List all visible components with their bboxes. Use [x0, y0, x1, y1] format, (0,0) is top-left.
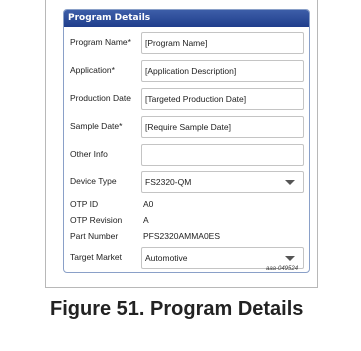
otp-revision-value: A	[143, 215, 149, 225]
otp-id-value: A0	[143, 199, 154, 209]
device-type-value: FS2320-QM	[145, 177, 192, 187]
application-input[interactable]: [Application Description]	[141, 60, 304, 82]
sample-date-label: Sample Date*	[70, 121, 123, 131]
target-market-label: Target Market	[70, 252, 122, 262]
otp-revision-label: OTP Revision	[70, 215, 123, 225]
otp-id-label: OTP ID	[70, 199, 99, 209]
part-number-value: PFS2320AMMA0ES	[143, 231, 221, 241]
program-name-input[interactable]: [Program Name]	[141, 32, 304, 54]
figure-code: aaa-049524	[266, 266, 299, 272]
program-details-panel: Program Details Program Name* [Program N…	[63, 9, 310, 273]
device-type-select[interactable]: FS2320-QM	[141, 171, 304, 193]
part-number-label: Part Number	[70, 231, 119, 241]
production-date-input[interactable]: [Targeted Production Date]	[141, 88, 304, 110]
device-type-label: Device Type	[70, 176, 117, 186]
production-date-label: Production Date	[70, 93, 131, 103]
program-name-label: Program Name*	[70, 37, 131, 47]
panel-title: Program Details	[64, 10, 309, 27]
chevron-down-icon	[285, 256, 295, 261]
sample-date-input[interactable]: [Require Sample Date]	[141, 116, 304, 138]
application-label: Application*	[70, 65, 115, 75]
figure-caption: Figure 51. Program Details	[50, 298, 304, 320]
other-info-input[interactable]	[141, 144, 304, 166]
other-info-label: Other Info	[70, 149, 108, 159]
chevron-down-icon	[285, 180, 295, 185]
target-market-value: Automotive	[145, 253, 188, 263]
